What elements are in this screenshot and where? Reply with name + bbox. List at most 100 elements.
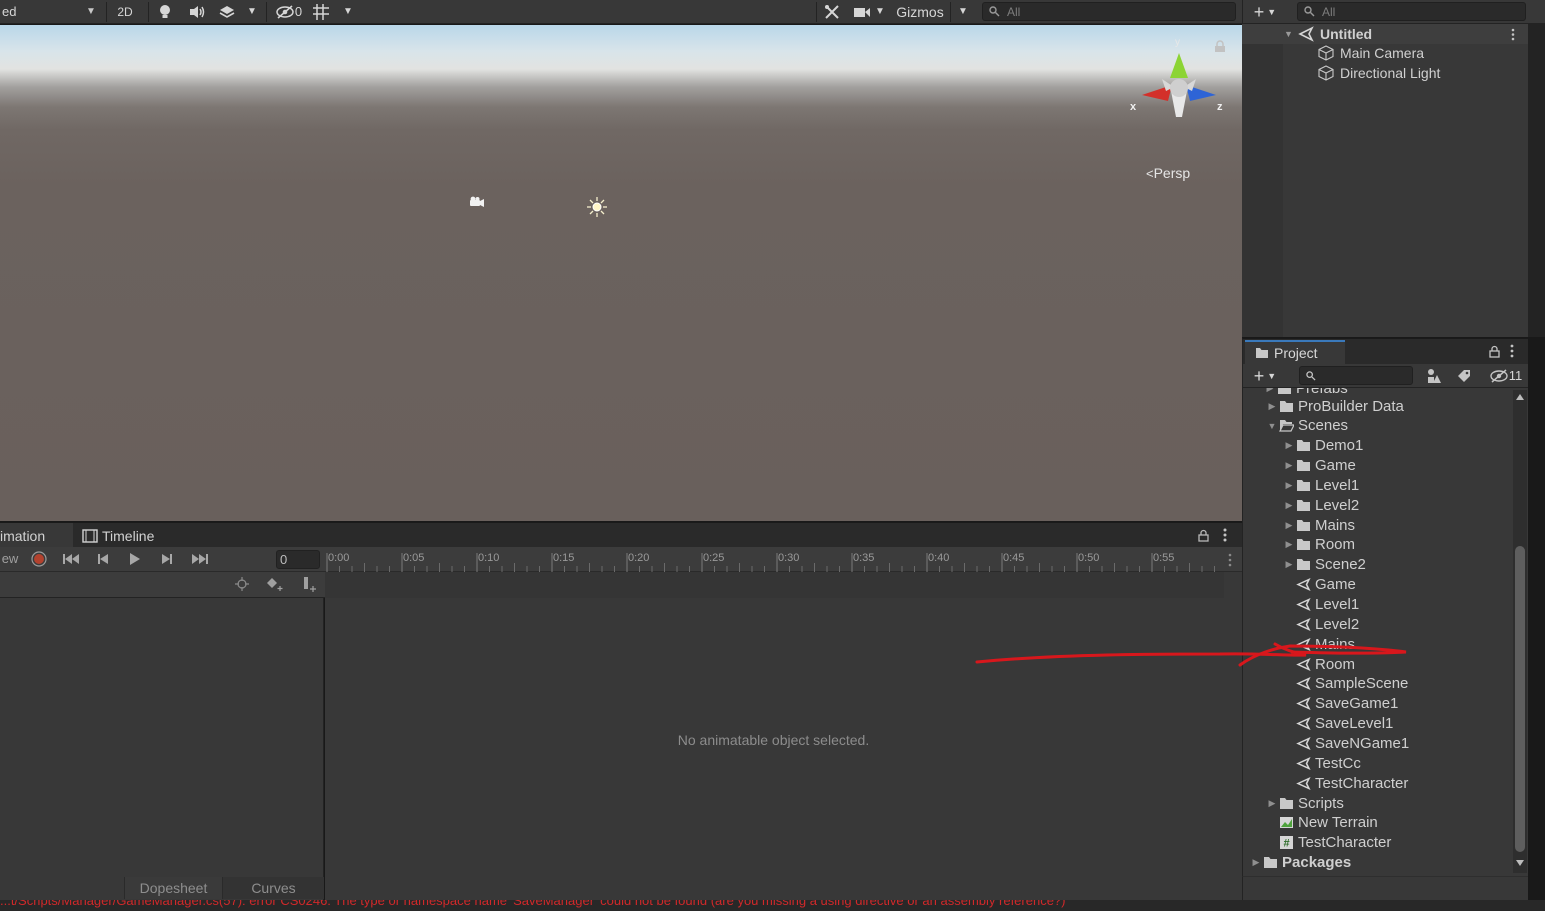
expand-arrow-icon[interactable]: ▶ [1249, 853, 1263, 873]
hidden-objects-toggle[interactable]: 0 [272, 1, 306, 22]
projection-toggle[interactable]: <Persp [1146, 165, 1190, 181]
project-item[interactable]: SaveLevel1 [1282, 714, 1393, 734]
project-item[interactable]: ▶ Packages [1249, 853, 1352, 873]
more-options-icon[interactable] [1510, 28, 1516, 41]
record-button[interactable] [28, 548, 50, 569]
camera-icon[interactable] [466, 195, 486, 211]
audio-toggle-button[interactable] [186, 1, 208, 22]
tab-animation[interactable]: imation [0, 523, 73, 548]
expand-arrow-icon[interactable]: ▶ [1282, 555, 1296, 575]
gizmos-button[interactable]: Gizmos [892, 1, 948, 22]
mode-2d-button[interactable]: 2D [110, 1, 140, 22]
camera-settings-button[interactable]: ▼ [850, 1, 888, 22]
next-keyframe-button[interactable] [156, 548, 178, 569]
scene-view[interactable]: y x z <Persp [0, 25, 1242, 521]
lock-icon[interactable] [1214, 40, 1226, 53]
scrollbar-thumb[interactable] [1515, 546, 1525, 852]
project-item[interactable]: ▶ Level1 [1282, 475, 1360, 495]
add-keyframe-button[interactable] [264, 573, 286, 594]
project-item[interactable]: TestCc [1282, 753, 1361, 773]
expand-arrow-icon[interactable]: ▶ [1265, 396, 1279, 416]
project-item[interactable]: ▶ Scripts [1265, 793, 1344, 813]
expand-down-arrow-icon[interactable]: ▼ [1265, 416, 1279, 436]
project-item[interactable]: # TestCharacter [1265, 833, 1391, 853]
expand-arrow-icon[interactable]: ▶ [1282, 535, 1296, 555]
scroll-up-icon[interactable] [1515, 393, 1525, 401]
hierarchy-search-input[interactable]: All [1297, 2, 1526, 21]
skip-to-end-icon [192, 553, 208, 564]
project-item[interactable]: ▼ Scenes [1265, 416, 1349, 436]
tab-timeline[interactable]: Timeline [82, 523, 172, 548]
project-item[interactable]: ▶ Game [1282, 456, 1356, 476]
project-item[interactable]: ▶ Mains [1282, 515, 1355, 535]
lighting-toggle-button[interactable] [154, 1, 176, 22]
hierarchy-item-main-camera[interactable]: Main Camera [1318, 43, 1424, 63]
effects-dropdown[interactable]: ▼ [244, 1, 260, 22]
project-item[interactable]: ▶ Scene2 [1282, 555, 1366, 575]
search-by-type-button[interactable] [1423, 365, 1445, 386]
project-item[interactable]: Level1 [1282, 595, 1359, 615]
expand-arrow-icon[interactable]: ▶ [1282, 495, 1296, 515]
preview-button[interactable]: ew [0, 548, 20, 569]
tab-project[interactable]: Project [1245, 340, 1345, 364]
directional-light-icon[interactable] [586, 196, 608, 218]
play-button[interactable] [124, 548, 146, 569]
lock-icon[interactable] [1198, 529, 1209, 542]
lock-icon[interactable] [1489, 345, 1500, 358]
scene-search-input[interactable]: All [982, 2, 1236, 21]
expand-arrow-icon [1282, 714, 1296, 734]
expand-arrow-icon[interactable]: ▶ [1282, 436, 1296, 456]
project-item[interactable]: SaveNGame1 [1282, 733, 1409, 753]
project-search-input[interactable] [1299, 366, 1413, 385]
expand-arrow-icon[interactable]: ▶ [1265, 793, 1279, 813]
first-keyframe-button[interactable] [60, 548, 82, 569]
add-event-button[interactable] [298, 573, 320, 594]
animation-property-list[interactable] [0, 598, 324, 900]
project-item[interactable]: TestCharacter [1282, 773, 1408, 793]
project-item[interactable]: ▶ Level2 [1282, 495, 1360, 515]
expand-arrow-icon[interactable]: ▶ [1282, 475, 1296, 495]
last-keyframe-button[interactable] [188, 548, 212, 569]
project-footer [1242, 876, 1528, 900]
project-item[interactable]: ▶ Demo1 [1282, 436, 1364, 456]
effects-toggle-button[interactable] [216, 1, 238, 22]
console-error-message[interactable]: ...t/Scripts/Manager/GameManager.cs(57):… [0, 900, 1400, 911]
project-item[interactable]: Game [1282, 575, 1356, 595]
tools-button[interactable] [820, 1, 844, 22]
project-item-label: SaveGame1 [1315, 695, 1399, 713]
previous-keyframe-button[interactable] [92, 548, 114, 569]
frame-input[interactable]: 0 [276, 550, 320, 569]
folder-icon [1297, 479, 1310, 491]
film-strip-icon [82, 528, 98, 543]
more-options-icon[interactable] [1509, 344, 1515, 358]
timeline-ruler[interactable]: 0:00 0:05 0:10 0:15 0:20 0:25 0:30 0:35 0:40 0:45… [325, 547, 1242, 572]
scroll-down-icon[interactable] [1515, 859, 1525, 867]
project-item[interactable]: ▶ ProBuilder Data [1265, 396, 1404, 416]
speaker-icon [190, 5, 205, 18]
hierarchy-item-directional-light[interactable]: Directional Light [1318, 63, 1440, 83]
create-button[interactable]: + ▼ [1249, 1, 1281, 22]
more-options-icon[interactable] [1227, 553, 1233, 567]
project-item[interactable]: ▶ Room [1282, 535, 1355, 555]
filter-by-selection-button[interactable] [232, 573, 252, 594]
tab-dopesheet[interactable]: Dopesheet [124, 877, 222, 899]
project-item-label: TestCharacter [1315, 774, 1409, 792]
project-item[interactable]: New Terrain [1265, 813, 1378, 833]
project-item[interactable]: SaveGame1 [1282, 694, 1398, 714]
gizmos-dropdown[interactable]: ▼ [954, 1, 972, 22]
scene-toolbar: ed ▼ 2D ▼ 0 ▼ ▼ Gizmos ▼ All [0, 0, 1242, 24]
create-asset-button[interactable]: + ▼ [1249, 365, 1281, 386]
folder-icon [1280, 400, 1293, 412]
draw-mode-dropdown[interactable]: ed ▼ [0, 1, 100, 22]
scene-root-item[interactable]: ▼ Untitled [1284, 24, 1528, 44]
search-by-label-button[interactable] [1453, 365, 1475, 386]
expand-arrow-icon[interactable]: ▶ [1282, 515, 1296, 535]
expand-arrow-icon[interactable]: ▶ [1282, 456, 1296, 476]
grid-snap-button[interactable] [310, 1, 332, 22]
more-options-icon[interactable] [1222, 528, 1228, 542]
play-icon [130, 552, 140, 565]
grid-dropdown[interactable]: ▼ [340, 1, 356, 22]
hidden-packages-toggle[interactable]: 11 [1487, 365, 1525, 386]
tab-animation-label: imation [0, 527, 46, 544]
tab-curves[interactable]: Curves [222, 877, 324, 899]
